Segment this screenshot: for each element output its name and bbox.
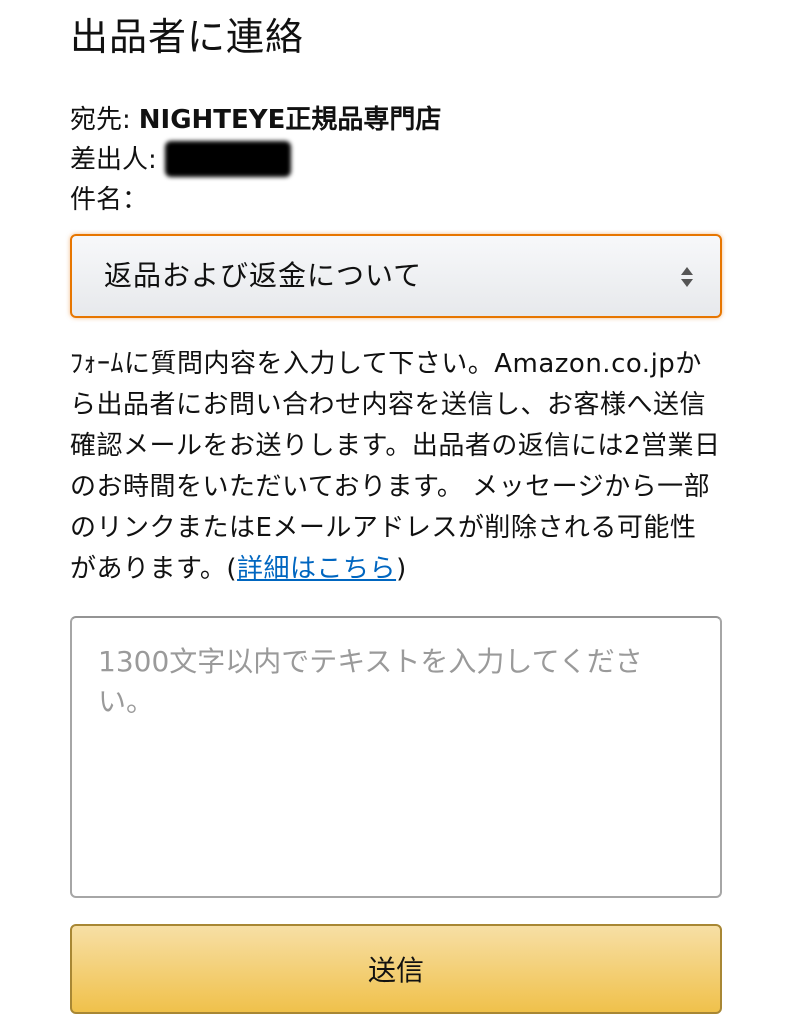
description-closing: ) — [396, 554, 407, 584]
subject-row: 件名： — [70, 180, 722, 220]
sender-row: 差出人: — [70, 140, 722, 180]
details-link[interactable]: 詳細はこちら — [237, 554, 396, 584]
message-textarea[interactable] — [70, 616, 722, 898]
send-button[interactable]: 送信 — [70, 924, 722, 1014]
message-meta: 宛先: NIGHTEYE正規品専門店 差出人: 件名： — [70, 100, 722, 220]
contact-seller-page: 出品者に連絡 宛先: NIGHTEYE正規品専門店 差出人: 件名： 返品および返… — [70, 0, 722, 1014]
page-title: 出品者に連絡 — [70, 15, 305, 59]
sender-name-redacted — [164, 140, 291, 177]
description-text: ﾌｫｰﾑに質問内容を入力して下さい。Amazon.co.jpから出品者にお問い合… — [70, 349, 721, 584]
form-description: ﾌｫｰﾑに質問内容を入力して下さい。Amazon.co.jpから出品者にお問い合… — [70, 344, 722, 590]
subject-label: 件名： — [70, 185, 149, 215]
recipient-name: NIGHTEYE正規品専門店 — [138, 105, 442, 135]
subject-dropdown[interactable]: 返品および返金について — [70, 234, 722, 318]
recipient-label: 宛先: — [70, 105, 131, 135]
up-down-arrows-icon — [681, 267, 693, 287]
sender-label: 差出人: — [70, 145, 157, 175]
recipient-row: 宛先: NIGHTEYE正規品専門店 — [70, 100, 722, 140]
subject-selected-value: 返品および返金について — [104, 259, 423, 292]
